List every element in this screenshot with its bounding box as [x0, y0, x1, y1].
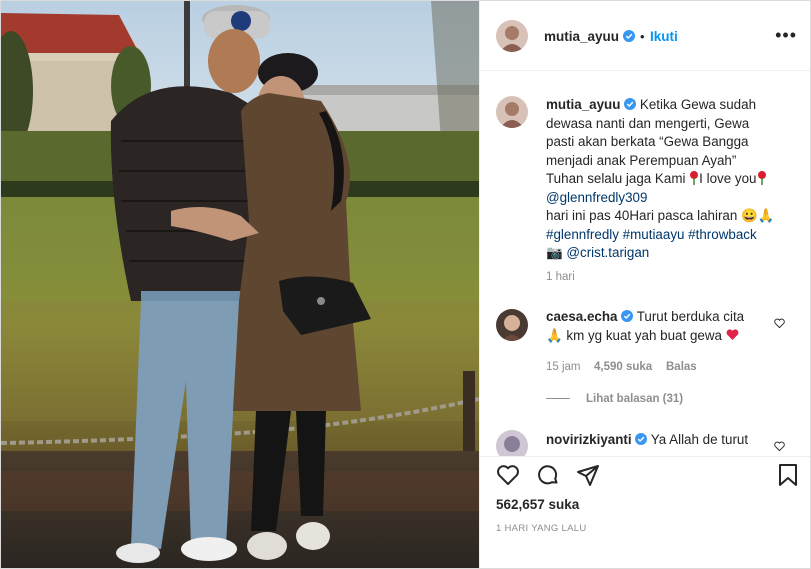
- mention-link[interactable]: @glennfredly309: [546, 189, 798, 208]
- comment-like-heart-icon[interactable]: [774, 441, 785, 452]
- follow-button[interactable]: Ikuti: [650, 29, 678, 44]
- instagram-post-modal: mutia_ayuu • Ikuti ••• mutia_ayuu Ketika…: [0, 0, 811, 569]
- comment-body: novirizkiyanti Ya Allah de turut: [546, 431, 786, 450]
- rose-emoji-icon: [757, 171, 766, 185]
- comment-bubble-icon[interactable]: [536, 463, 560, 487]
- avatar-image: [496, 309, 528, 341]
- more-options-icon[interactable]: •••: [775, 25, 797, 46]
- post-photo[interactable]: [1, 1, 479, 568]
- view-replies-button[interactable]: Lihat balasan (31): [546, 393, 683, 405]
- author-avatar[interactable]: [496, 20, 528, 52]
- paper-plane-icon[interactable]: [576, 463, 600, 487]
- post-actions-bar: 562,657 suka 1 HARI YANG LALU: [480, 456, 810, 568]
- post-caption: mutia_ayuu Ketika Gewa sudah dewasa nant…: [546, 96, 798, 263]
- caption-line-5b: I love you: [699, 171, 757, 186]
- hashtags-link[interactable]: #glennfredly #mutiaayu #throwback: [546, 226, 798, 245]
- comment-time[interactable]: 15 jam: [546, 361, 581, 373]
- verified-badge-icon: [635, 433, 648, 445]
- reply-button[interactable]: Balas: [666, 361, 697, 373]
- comments-list[interactable]: mutia_ayuu Ketika Gewa sudah dewasa nant…: [480, 72, 810, 456]
- comment-body: caesa.echa Turut berduka cita 🙏 km yg ku…: [546, 308, 766, 345]
- view-replies-label: Lihat balasan (31): [586, 393, 684, 405]
- commenter-username[interactable]: caesa.echa: [546, 309, 617, 324]
- red-heart-emoji-icon: [726, 328, 739, 340]
- comment-like-heart-icon[interactable]: [774, 318, 785, 329]
- caption-time[interactable]: 1 hari: [546, 271, 575, 283]
- couple-photo-image: [1, 1, 479, 568]
- camera-emoji-icon: 📷: [546, 245, 563, 260]
- comment-likes[interactable]: 4,590 suka: [594, 361, 652, 373]
- caption-line-5a: Tuhan selalu jaga Kami: [546, 171, 690, 186]
- avatar-image: [496, 96, 528, 128]
- post-date[interactable]: 1 HARI YANG LALU: [496, 523, 587, 534]
- caption-line-6: hari ini pas 40Hari pasca lahiran 😀🙏: [546, 208, 775, 223]
- author-username[interactable]: mutia_ayuu: [544, 29, 619, 44]
- commenter-avatar[interactable]: [496, 430, 528, 456]
- caption-line-1: Ketika Gewa sudah: [639, 97, 757, 112]
- caption-line-5: Tuhan selalu jaga Kami I love you: [546, 170, 798, 189]
- post-header: mutia_ayuu • Ikuti •••: [480, 1, 810, 71]
- rose-emoji-icon: [690, 171, 699, 185]
- verified-badge-icon: [623, 30, 635, 42]
- comment-text-line-1: Turut berduka cita: [636, 309, 745, 324]
- replies-divider-line: [546, 398, 570, 400]
- verified-badge-icon: [621, 310, 634, 322]
- avatar-image: [496, 20, 528, 52]
- post-side-panel: mutia_ayuu • Ikuti ••• mutia_ayuu Ketika…: [479, 1, 810, 568]
- caption-line-3: pasti akan berkata “Gewa Bangga: [546, 134, 749, 149]
- comment-text-line-2: 🙏 km yg kuat yah buat gewa: [546, 327, 726, 343]
- verified-badge-icon: [624, 98, 637, 110]
- commenter-username[interactable]: novirizkiyanti: [546, 432, 632, 447]
- caption-author-avatar[interactable]: [496, 96, 528, 128]
- comment-text-line-1: Ya Allah de turut: [650, 432, 749, 447]
- header-separator: •: [640, 29, 645, 44]
- heart-outline-icon[interactable]: [496, 463, 520, 487]
- commenter-avatar[interactable]: [496, 309, 528, 341]
- bookmark-icon[interactable]: [777, 463, 799, 487]
- photo-credit-link[interactable]: @crist.tarigan: [566, 245, 649, 260]
- caption-line-4: menjadi anak Perempuan Ayah”: [546, 152, 737, 168]
- caption-username[interactable]: mutia_ayuu: [546, 97, 620, 112]
- likes-count[interactable]: 562,657 suka: [496, 497, 579, 512]
- avatar-image: [496, 430, 528, 456]
- caption-line-2: dewasa nanti dan mengerti, Gewa: [546, 115, 750, 131]
